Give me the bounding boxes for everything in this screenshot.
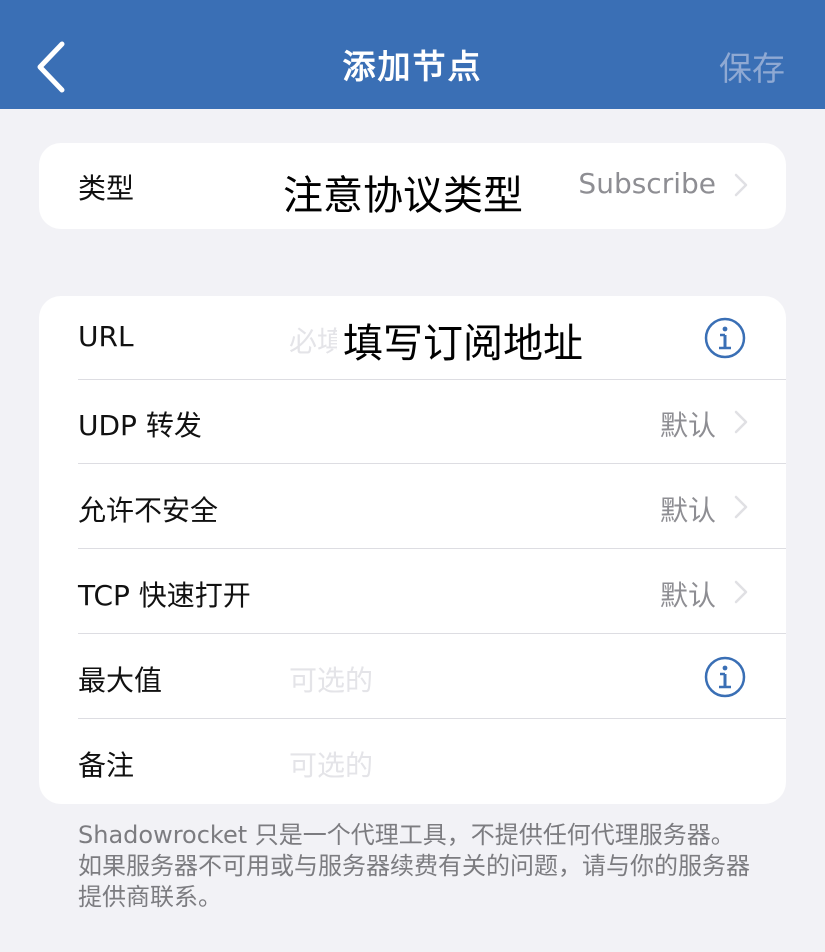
- row-divider: [78, 633, 786, 634]
- url-label: URL: [78, 320, 134, 353]
- max-value-label: 最大值: [78, 664, 163, 697]
- udp-forward-label: UDP 转发: [78, 409, 202, 442]
- navigation-bar: 添加节点 保存: [0, 0, 825, 109]
- chevron-right-icon: [734, 580, 748, 604]
- type-label: 类型: [78, 172, 135, 205]
- page-title: 添加节点: [342, 47, 483, 86]
- remark-row[interactable]: 备注 可选的: [39, 720, 786, 804]
- allow-insecure-row[interactable]: 允许不安全 默认: [39, 465, 786, 549]
- info-icon[interactable]: [704, 656, 746, 698]
- type-value: Subscribe: [578, 167, 716, 200]
- chevron-right-icon: [734, 173, 748, 197]
- chevron-right-icon: [734, 410, 748, 434]
- disclaimer-note: Shadowrocket 只是一个代理工具，不提供任何代理服务器。如果服务器不可…: [78, 821, 750, 911]
- settings-card: URL 必填 填写订阅地址 UDP 转发 默认 允许不安全 默认 TCP 快速打…: [39, 296, 786, 804]
- save-button[interactable]: 保存: [719, 42, 785, 90]
- udp-forward-value: 默认: [659, 409, 716, 442]
- max-value-row[interactable]: 最大值 可选的: [39, 635, 786, 719]
- row-divider: [78, 463, 786, 464]
- type-row[interactable]: 类型 注意协议类型 Subscribe: [39, 143, 786, 227]
- row-divider: [78, 718, 786, 719]
- row-divider: [78, 548, 786, 549]
- allow-insecure-value: 默认: [659, 494, 716, 527]
- max-value-input[interactable]: 可选的: [289, 659, 373, 699]
- tcp-fast-open-row[interactable]: TCP 快速打开 默认: [39, 550, 786, 634]
- tcp-fast-open-label: TCP 快速打开: [78, 579, 251, 612]
- remark-label: 备注: [78, 749, 135, 782]
- type-card: 类型 注意协议类型 Subscribe: [39, 143, 786, 229]
- info-icon[interactable]: [704, 317, 746, 359]
- tcp-fast-open-value: 默认: [659, 579, 716, 612]
- chevron-right-icon: [734, 495, 748, 519]
- type-annotation-overlay: 注意协议类型: [277, 163, 529, 221]
- remark-input[interactable]: 可选的: [289, 744, 373, 784]
- url-row[interactable]: URL 必填 填写订阅地址: [39, 296, 786, 380]
- url-annotation-overlay: 填写订阅地址: [337, 311, 589, 369]
- allow-insecure-label: 允许不安全: [78, 494, 219, 527]
- udp-forward-row[interactable]: UDP 转发 默认: [39, 380, 786, 464]
